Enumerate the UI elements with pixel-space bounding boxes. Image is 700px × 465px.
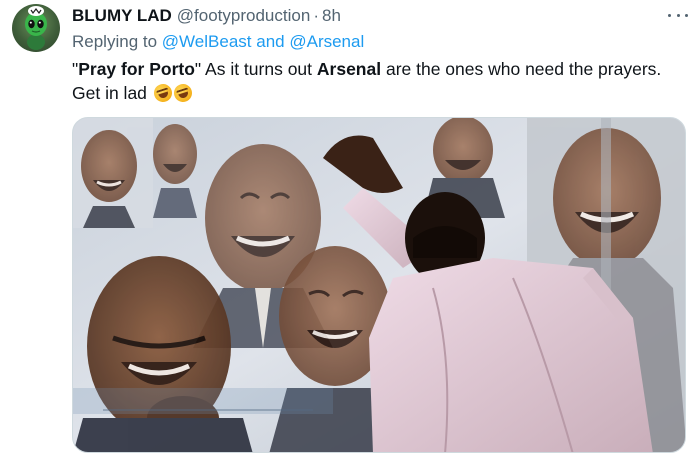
separator-dot: ·: [313, 6, 319, 25]
tweet[interactable]: BLUMY LAD @footyproduction · 8h Replying…: [0, 0, 700, 465]
mention-arsenal[interactable]: @Arsenal: [289, 32, 364, 51]
alien-avatar-icon[interactable]: [12, 4, 60, 52]
tweet-header: BLUMY LAD @footyproduction · 8h: [72, 4, 680, 28]
tweet-media-image[interactable]: [72, 117, 686, 453]
mention-welbeast[interactable]: @WelBeast: [162, 32, 252, 51]
rolling-on-floor-laughing-emoji: [151, 81, 175, 105]
bold-word-arsenal: Arsenal: [316, 59, 382, 79]
replying-to: Replying to @WelBeast and @Arsenal: [72, 30, 364, 54]
author-name[interactable]: BLUMY LAD: [72, 4, 172, 28]
reply-conjunction: and: [256, 32, 285, 51]
timestamp[interactable]: 8h: [322, 4, 341, 28]
more-options-icon[interactable]: [668, 8, 688, 22]
bold-phrase-pray-for-porto: Pray for Porto: [78, 59, 195, 79]
text-segment: As it turns out: [201, 59, 317, 79]
author-handle[interactable]: @footyproduction: [177, 4, 311, 28]
rolling-on-floor-laughing-emoji: [171, 81, 195, 105]
tweet-text: "Pray for Porto" As it turns out Arsenal…: [72, 57, 692, 105]
replying-to-label: Replying to: [72, 32, 158, 51]
